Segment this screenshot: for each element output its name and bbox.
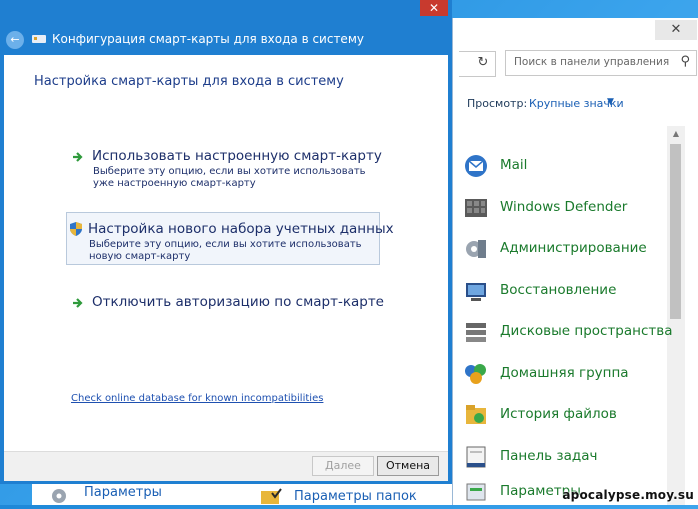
option-use-configured-card[interactable]: Использовать настроенную смарт-карту (92, 148, 382, 164)
view-label: Просмотр: (467, 97, 528, 110)
green-arrow-icon (73, 152, 83, 162)
cp-item-windows-defender[interactable]: Windows Defender (463, 193, 663, 225)
cp-item-homegroup[interactable]: Домашняя группа (463, 359, 663, 391)
cp-item-recovery[interactable]: Восстановление (463, 276, 663, 308)
taskbar-icon (466, 446, 486, 468)
folder-options-icon (261, 488, 282, 504)
cp-item-administration[interactable]: Администрирование (463, 234, 663, 266)
dialog-title: Конфигурация смарт-карты для входа в сис… (52, 32, 364, 46)
back-arrow-icon[interactable]: ← (6, 31, 24, 49)
cancel-button[interactable]: Отмена (377, 456, 439, 476)
bg-item-folder-options[interactable]: Параметры папок (294, 489, 417, 504)
option-disable-smart-card-auth[interactable]: Отключить авторизацию по смарт-карте (92, 294, 384, 310)
admin-tools-icon (466, 240, 486, 258)
storage-spaces-icon (466, 323, 486, 342)
recovery-icon (466, 283, 486, 301)
cp-item-file-history[interactable]: История файлов (463, 400, 663, 432)
search-placeholder: Поиск в панели управления (514, 56, 670, 68)
option-description: Выберите эту опцию, если вы хотите испол… (89, 239, 362, 262)
search-input[interactable]: Поиск в панели управления ⚲ (505, 50, 697, 76)
cp-item-mail[interactable]: Mail (463, 151, 663, 183)
background-window-strip: Параметры Параметры папок (32, 484, 452, 505)
watermark: apocalypse.moy.su (562, 488, 694, 502)
scroll-up-arrow-icon[interactable]: ▲ (667, 126, 685, 142)
smart-card-dialog: ✕ ← Конфигурация смарт-карты для входа в… (0, 0, 452, 484)
chevron-down-icon[interactable]: ▼ (607, 97, 614, 107)
search-icon[interactable]: ⚲ (680, 54, 690, 69)
scrollbar-thumb[interactable] (670, 144, 681, 319)
cp-item-label: Windows Defender (500, 199, 628, 215)
compatibility-link[interactable]: Check online database for known incompat… (71, 393, 323, 404)
option-title: Настройка нового набора учетных данных (88, 221, 394, 237)
refresh-icon[interactable]: ↻ (473, 53, 493, 73)
homegroup-icon (465, 364, 486, 384)
control-panel-close-button[interactable]: ✕ (655, 20, 697, 40)
settings-icon (52, 489, 66, 503)
dialog-footer: Далее Отмена (4, 451, 448, 481)
cp-item-label: Дисковые пространства (500, 323, 673, 339)
cp-item-taskbar[interactable]: Панель задач (463, 442, 663, 474)
file-history-icon (466, 405, 486, 424)
control-panel-window: ✕ ↻ Поиск в панели управления ⚲ Просмотр… (452, 18, 698, 505)
defender-icon (465, 199, 487, 217)
smart-card-icon (32, 35, 46, 43)
cp-item-label: История файлов (500, 406, 617, 422)
settings-icon (466, 483, 486, 501)
close-button[interactable]: ✕ (420, 0, 448, 16)
cp-item-label: Mail (500, 157, 528, 173)
cp-item-label: Панель задач (500, 448, 598, 464)
dialog-heading: Настройка смарт-карты для входа в систем… (34, 74, 344, 89)
option-description: Выберите эту опцию, если вы хотите испол… (93, 166, 366, 189)
green-arrow-icon (73, 298, 83, 308)
next-button[interactable]: Далее (312, 456, 374, 476)
dialog-body: Настройка смарт-карты для входа в систем… (4, 55, 448, 481)
cp-item-label: Администрирование (500, 240, 647, 256)
cp-item-label: Восстановление (500, 282, 617, 298)
bg-item-settings[interactable]: Параметры (84, 485, 162, 500)
cp-item-label: Домашняя группа (500, 365, 629, 381)
cp-item-storage-spaces[interactable]: Дисковые пространства (463, 317, 673, 349)
mail-icon (465, 155, 487, 177)
uac-shield-icon (70, 222, 82, 236)
